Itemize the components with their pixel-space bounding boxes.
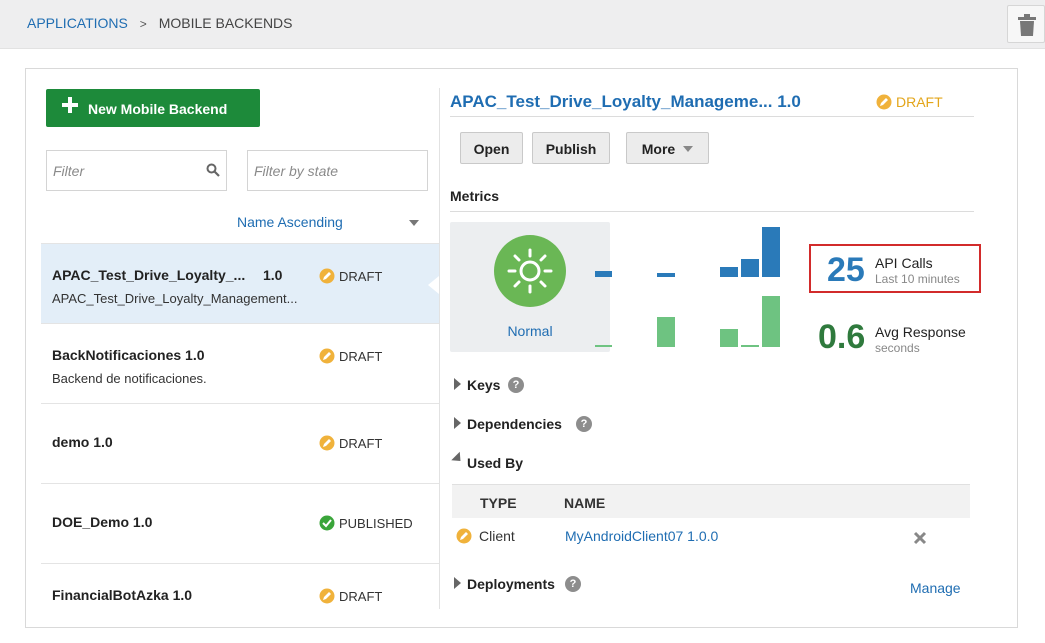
help-icon[interactable]: ?: [565, 576, 581, 592]
delete-button[interactable]: [1007, 5, 1045, 43]
chevron-down-icon[interactable]: [409, 220, 419, 226]
breadcrumb-current: MOBILE BACKENDS: [158, 15, 293, 31]
status-text: DRAFT: [339, 589, 383, 604]
state-filter-input[interactable]: [248, 151, 427, 190]
plus-icon: [62, 97, 78, 113]
avg-response-label: Avg Response: [875, 324, 966, 340]
top-bar: APPLICATIONS > MOBILE BACKENDS: [0, 0, 1045, 49]
more-button[interactable]: More: [626, 132, 709, 164]
item-description: Backend de notificaciones.: [52, 371, 207, 386]
draft-icon: [456, 528, 472, 544]
filter-box: [46, 150, 227, 191]
response-trend-bar: [720, 329, 738, 347]
used-by-section[interactable]: Used By: [467, 455, 523, 471]
response-trend-bar: [657, 317, 675, 347]
open-button[interactable]: Open: [460, 132, 523, 164]
draft-icon: [319, 435, 335, 451]
list-item[interactable]: FinancialBotAzka 1.0 DRAFT: [41, 563, 439, 643]
chevron-down-icon: [683, 146, 694, 152]
item-version: 1.0: [263, 267, 283, 283]
selection-pointer: [428, 276, 439, 294]
page-title: APAC_Test_Drive_Loyalty_Manageme... 1.0: [450, 92, 801, 111]
more-label: More: [641, 141, 676, 157]
help-icon[interactable]: ?: [508, 377, 524, 393]
item-name: APAC_Test_Drive_Loyalty_...: [52, 267, 246, 283]
metrics-heading: Metrics: [450, 188, 500, 204]
status-badge: DRAFT: [319, 435, 382, 451]
sun-icon: [507, 248, 553, 294]
draft-icon: [319, 348, 335, 364]
used-by-table-header: TYPE NAME: [452, 484, 970, 518]
api-calls-value: 25: [827, 251, 865, 289]
new-mobile-backend-label: New Mobile Backend: [88, 101, 228, 117]
status-text: DRAFT: [339, 436, 383, 451]
health-status-panel[interactable]: Normal: [450, 222, 610, 352]
status-text: PUBLISHED: [339, 516, 413, 531]
filter-input[interactable]: [47, 151, 226, 190]
column-header-type[interactable]: TYPE: [480, 495, 517, 511]
expand-icon[interactable]: [454, 378, 461, 390]
status-badge: DRAFT: [319, 268, 382, 284]
panel-divider: [439, 88, 440, 609]
response-trend-bar: [741, 345, 759, 347]
health-indicator: [494, 235, 566, 307]
status-badge: DRAFT: [319, 588, 382, 604]
published-icon: [319, 515, 335, 531]
avg-response-value: 0.6: [818, 318, 866, 356]
api-trend-bar: [741, 259, 759, 277]
item-name: BackNotificaciones 1.0: [52, 347, 205, 363]
response-trend-bar: [762, 296, 780, 347]
breadcrumb-applications[interactable]: APPLICATIONS: [27, 15, 128, 31]
metrics-divider: [450, 211, 974, 212]
used-by-type: Client: [479, 528, 515, 544]
api-trend-bar: [595, 271, 612, 277]
backend-list: APAC_Test_Drive_Loyalty_... 1.0 APAC_Tes…: [41, 243, 439, 643]
status-text: DRAFT: [339, 269, 383, 284]
status-badge: PUBLISHED: [319, 515, 413, 531]
list-item[interactable]: BackNotificaciones 1.0 Backend de notifi…: [41, 323, 439, 403]
expand-icon[interactable]: [454, 577, 461, 589]
new-mobile-backend-button[interactable]: New Mobile Backend: [46, 89, 260, 127]
api-trend-bar: [762, 227, 780, 277]
draft-icon: [319, 588, 335, 604]
item-name: demo 1.0: [52, 434, 113, 450]
avg-response-sub: seconds: [875, 341, 920, 355]
close-icon[interactable]: [912, 530, 928, 546]
status-text: DRAFT: [896, 94, 943, 110]
sort-dropdown[interactable]: Name Ascending: [237, 214, 343, 230]
api-calls-sub: Last 10 minutes: [875, 272, 960, 286]
dependencies-section[interactable]: Dependencies: [467, 416, 562, 432]
breadcrumb: APPLICATIONS > MOBILE BACKENDS: [27, 15, 293, 31]
list-item[interactable]: DOE_Demo 1.0 PUBLISHED: [41, 483, 439, 563]
list-item[interactable]: APAC_Test_Drive_Loyalty_... 1.0 APAC_Tes…: [41, 243, 439, 323]
item-name: DOE_Demo 1.0: [52, 514, 153, 530]
search-icon: [206, 163, 220, 177]
status-badge: DRAFT: [876, 94, 943, 110]
api-trend-bar: [657, 273, 675, 277]
health-status-label: Normal: [507, 323, 553, 339]
status-badge: DRAFT: [319, 348, 382, 364]
breadcrumb-separator: >: [139, 17, 147, 31]
help-icon[interactable]: ?: [576, 416, 592, 432]
used-by-name-link[interactable]: MyAndroidClient07 1.0.0: [565, 528, 718, 544]
expand-icon[interactable]: [454, 417, 461, 429]
trash-icon: [1018, 14, 1036, 36]
column-header-name[interactable]: NAME: [564, 495, 605, 511]
api-calls-label: API Calls: [875, 255, 933, 271]
draft-icon: [319, 268, 335, 284]
response-trend-bar: [595, 345, 612, 347]
manage-link[interactable]: Manage: [910, 580, 961, 596]
draft-icon: [876, 94, 892, 110]
list-item[interactable]: demo 1.0 DRAFT: [41, 403, 439, 483]
state-filter-box: [247, 150, 428, 191]
item-description: APAC_Test_Drive_Loyalty_Management...: [52, 291, 298, 306]
title-divider: [450, 116, 974, 117]
publish-button[interactable]: Publish: [532, 132, 610, 164]
deployments-section[interactable]: Deployments: [467, 576, 555, 592]
keys-section[interactable]: Keys: [467, 377, 500, 393]
status-text: DRAFT: [339, 349, 383, 364]
item-name: FinancialBotAzka 1.0: [52, 587, 193, 603]
api-trend-bar: [720, 267, 738, 277]
